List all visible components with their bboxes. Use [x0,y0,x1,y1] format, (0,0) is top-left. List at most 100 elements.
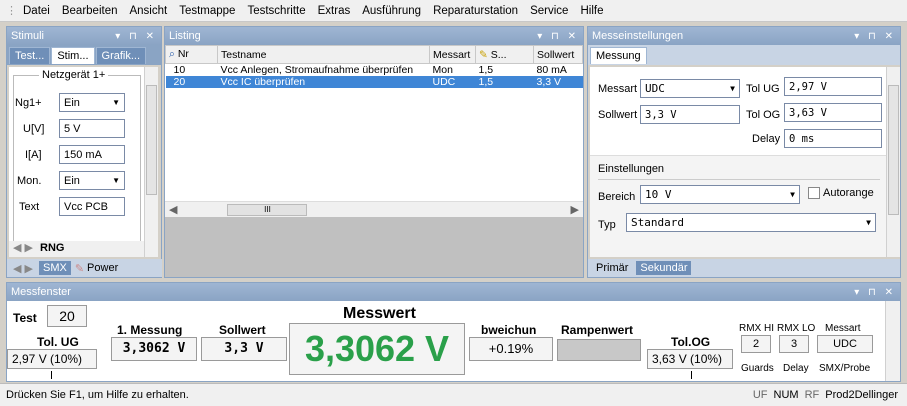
menu-service[interactable]: Service [530,5,568,17]
messwert-label: Messwert [343,305,416,322]
tab-rng[interactable]: RNG [40,242,64,254]
messeinstellungen-title: Messeinstellungen [592,30,684,42]
menu-testschritte[interactable]: Testschritte [247,5,305,17]
scroll-thumb[interactable] [888,85,899,215]
row-label-u: U[V] [23,123,45,135]
binoculars-icon[interactable]: ⌕ [169,48,175,60]
tab-scroll-arrows-icon[interactable]: ◀ ▶ [13,242,33,254]
tolog-label: Tol OG [746,109,781,121]
autorange-checkbox[interactable] [808,187,820,199]
row-label-i: I[A] [25,149,42,161]
ng1-select[interactable]: Ein ▼ [59,93,125,112]
status-station: Prod2Dellinger [825,389,898,401]
cell-s: 1,5 [475,76,534,88]
row-label-mon: Mon. [17,175,42,187]
u-input[interactable]: 5 V [59,119,125,138]
cell-sollwert: 3,3 V [533,76,583,88]
messung-scrollbar[interactable] [886,67,900,257]
col-testname[interactable]: Testname [217,45,430,64]
messfenster-panel: Messfenster ▾ ⊓ ✕ Test 20 Tol. UG 2,97 V… [6,282,901,382]
menu-reparaturstation[interactable]: Reparaturstation [433,5,518,17]
menu-ausfuehrung[interactable]: Ausführung [362,5,421,17]
listing-table: ⌕ Nr Testname Messart ✎ S... Sollwert 10… [165,45,583,88]
panel-controls-icon[interactable]: ▾ ⊓ ✕ [854,287,900,298]
pencil-icon: ✎ [74,262,85,275]
tab-grafik[interactable]: Grafik... [95,47,147,64]
menu-extras[interactable]: Extras [318,5,351,17]
col-sollwert[interactable]: Sollwert [533,45,583,64]
guards-label: Guards [741,363,774,374]
einstellungen-divider [598,179,880,180]
sollwert-input[interactable]: 3,3 V [640,105,740,124]
chevron-down-icon: ▼ [790,190,795,199]
listing-hscrollbar[interactable]: ◀ III ▶ [165,201,583,217]
cell-messart: Mon [432,64,453,76]
soll-label: Sollwert [219,323,266,337]
col-s[interactable]: ✎ S... [475,45,534,64]
chevron-down-icon: ▼ [730,84,735,93]
tolug-label: Tol. UG [37,335,79,349]
listing-title: Listing [169,30,201,42]
tab-stim[interactable]: Stim... [51,47,95,64]
hscroll-thumb[interactable]: III [227,203,308,216]
panel-controls-icon[interactable]: ▾ ⊓ ✕ [115,31,161,42]
tab-smx[interactable]: SMX [38,261,71,275]
status-bar: Drücken Sie F1, um Hilfe zu erhalten. UF… [0,383,907,406]
table-row[interactable]: 20 Vcc IC überprüfen UDC 1,5 3,3 V [165,76,583,88]
rmxlo-label: RMX LO [777,323,816,334]
cell-nr: 20 [165,76,218,88]
tab-power[interactable]: Power [87,262,118,274]
menu-testmappe[interactable]: Testmappe [179,5,235,17]
tab-primar[interactable]: Primär [596,262,628,274]
menu-datei[interactable]: Datei [23,5,50,17]
menu-bar: ⋮ Datei Bearbeiten Ansicht Testmappe Tes… [0,0,907,22]
tolug-marker [51,371,52,379]
scroll-left-icon[interactable]: ◀ [169,203,177,216]
mon-value: Ein [64,174,80,187]
tolog-label: Tol.OG [671,335,711,349]
panel-controls-icon[interactable]: ▾ ⊓ ✕ [854,31,900,42]
col-messart[interactable]: Messart [429,45,476,64]
chevron-down-icon: ▼ [112,176,120,185]
first-label: 1. Messung [117,323,183,337]
typ-select[interactable]: Standard ▼ [626,213,876,232]
test-label: Test [13,311,37,325]
messfenster-scrollbar[interactable] [885,301,900,381]
bereich-select[interactable]: 10 V ▼ [640,185,800,204]
row-label-ng1: Ng1+ [15,97,42,109]
abw-value: +0.19% [469,337,553,361]
col-nr[interactable]: ⌕ Nr [165,45,218,64]
primsek-tab-row: Primär Sekundär [588,259,900,277]
first-value: 3,3062 V [111,337,197,361]
tab-test[interactable]: Test... [9,47,51,64]
table-row[interactable]: 10 Vcc Anlegen, Stromaufnahme überprüfen… [166,64,583,77]
tolog-input[interactable]: 3,63 V [784,103,882,122]
menu-ansicht[interactable]: Ansicht [129,5,167,17]
stimuli-title-bar: Stimuli ▾ ⊓ ✕ [7,27,161,45]
tolog-marker [691,371,692,379]
status-num: NUM [773,389,799,401]
einstellungen-label: Einstellungen [598,163,665,175]
scroll-right-icon[interactable]: ▶ [571,203,579,216]
autorange-label: Autorange [823,187,874,199]
listing-table-area: ⌕ Nr Testname Messart ✎ S... Sollwert 10… [165,45,583,217]
scroll-thumb[interactable] [146,85,157,195]
messfenster-title: Messfenster [11,286,71,298]
messart-select[interactable]: UDC ▼ [640,79,740,98]
delay-input[interactable]: 0 ms [784,129,882,148]
soll-value: 3,3 V [201,337,287,361]
text-input[interactable]: Vcc PCB [59,197,125,216]
mon-select[interactable]: Ein ▼ [59,171,125,190]
menu-hilfe[interactable]: Hilfe [580,5,603,17]
panel-controls-icon[interactable]: ▾ ⊓ ✕ [537,31,583,42]
i-input[interactable]: 150 mA [59,145,125,164]
cell-sollwert: 80 mA [536,64,567,76]
messung-content: Messart UDC ▼ Tol UG 2,97 V Sollwert 3,3 … [590,67,886,257]
tab-sekundar[interactable]: Sekundär [636,261,692,275]
stimuli-scrollbar[interactable] [144,67,158,257]
tab-messung[interactable]: Messung [590,47,647,64]
tab-scroll-arrows-icon[interactable]: ◀ ▶ [13,262,33,275]
tolug-input[interactable]: 2,97 V [784,77,882,96]
menu-bearbeiten[interactable]: Bearbeiten [62,5,118,17]
rmxlo-value: 3 [779,335,809,353]
